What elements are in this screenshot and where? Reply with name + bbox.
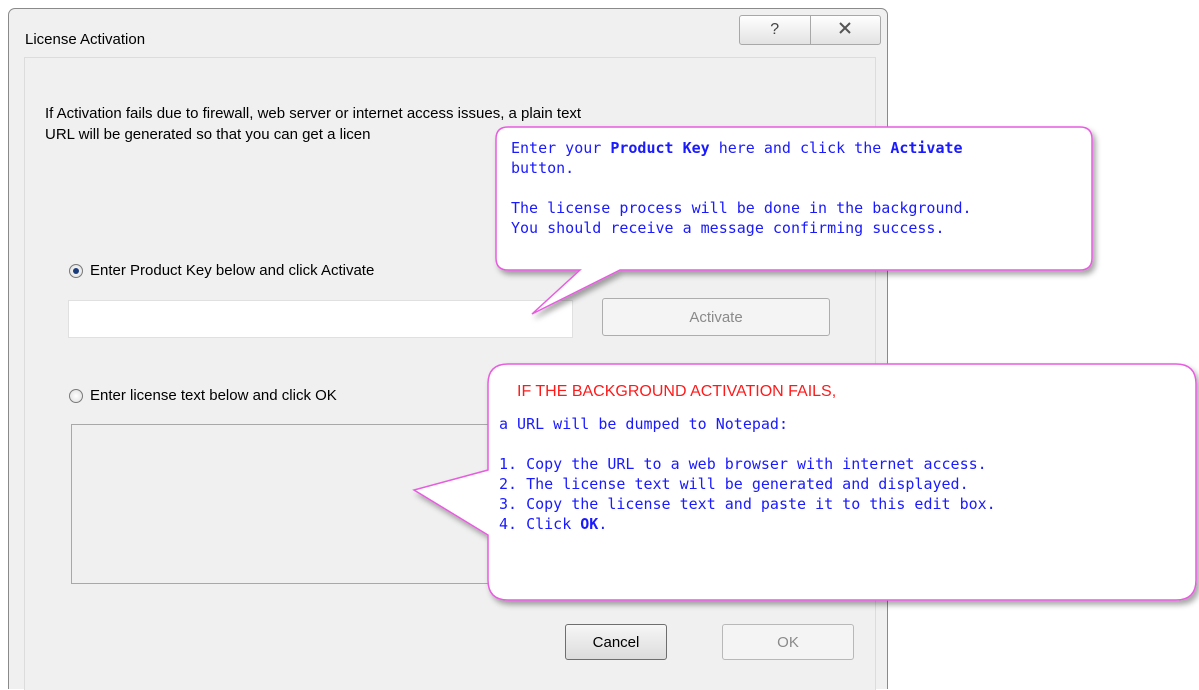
callout-shapes — [412, 126, 1197, 601]
callout1-product-key-bold: Product Key — [610, 139, 710, 157]
callout2-step-3: 3. Copy the license text and paste it to… — [499, 495, 996, 513]
callout1-line-3: The license process will be done in the … — [511, 199, 972, 217]
callout-fallback-text: a URL will be dumped to Notepad: 1. Copy… — [499, 414, 996, 534]
callout-product-key-text: Enter your Product Key here and click th… — [511, 138, 972, 238]
callout1-text-c: here and click the — [709, 139, 891, 157]
callout2-heading: IF THE BACKGROUND ACTIVATION FAILS, — [517, 383, 837, 400]
callout1-line-2: button. — [511, 159, 575, 177]
callout2-ok-bold: OK — [580, 515, 599, 533]
callout2-step-4-period: . — [598, 515, 608, 533]
callout2-step-1: 1. Copy the URL to a web browser with in… — [499, 455, 987, 473]
callout1-line-4: You should receive a message confirming … — [511, 219, 945, 237]
callout1-text-a: Enter your — [511, 139, 611, 157]
callout2-intro: a URL will be dumped to Notepad: — [499, 415, 788, 433]
callout2-step-4-text: 4. Click — [499, 515, 581, 533]
callout1-activate-bold: Activate — [890, 139, 963, 157]
callout2-step-2: 2. The license text will be generated an… — [499, 475, 969, 493]
